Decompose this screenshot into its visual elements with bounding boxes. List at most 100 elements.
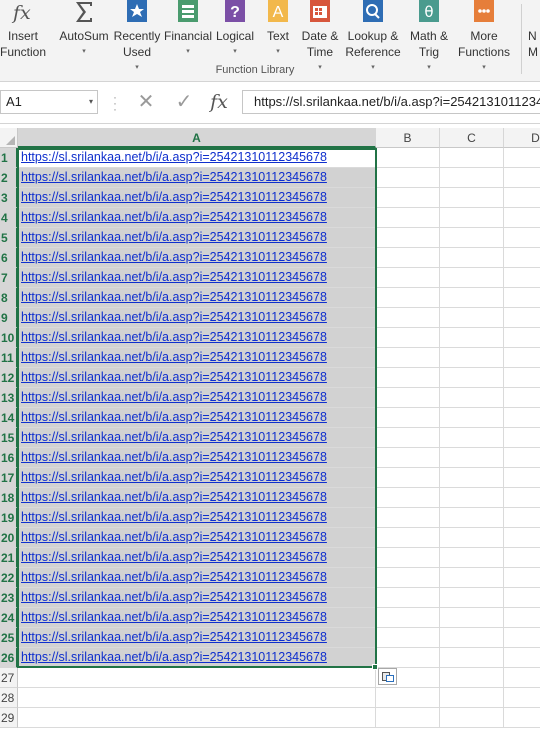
cell-c18[interactable] <box>440 488 504 508</box>
hyperlink[interactable]: https://sl.srilankaa.net/b/i/a.asp?i=254… <box>21 230 327 244</box>
row-header[interactable]: 24 <box>0 608 18 628</box>
cell-c8[interactable] <box>440 288 504 308</box>
cell-d8[interactable] <box>504 288 540 308</box>
hyperlink[interactable]: https://sl.srilankaa.net/b/i/a.asp?i=254… <box>21 150 327 164</box>
cell-b17[interactable] <box>376 468 440 488</box>
cell-d19[interactable] <box>504 508 540 528</box>
column-header-a[interactable]: A <box>18 128 376 148</box>
cell-a29[interactable] <box>18 708 376 728</box>
formula-bar-resize-handle[interactable]: · · · <box>113 91 117 115</box>
cell-a3[interactable]: https://sl.srilankaa.net/b/i/a.asp?i=254… <box>18 188 376 208</box>
hyperlink[interactable]: https://sl.srilankaa.net/b/i/a.asp?i=254… <box>21 630 327 644</box>
row-header[interactable]: 23 <box>0 588 18 608</box>
row-header[interactable]: 21 <box>0 548 18 568</box>
cell-b6[interactable] <box>376 248 440 268</box>
hyperlink[interactable]: https://sl.srilankaa.net/b/i/a.asp?i=254… <box>21 650 327 664</box>
row-header[interactable]: 3 <box>0 188 18 208</box>
cell-c3[interactable] <box>440 188 504 208</box>
cell-c4[interactable] <box>440 208 504 228</box>
insert-function-button[interactable]: fx Insert Function <box>0 0 50 64</box>
cell-a16[interactable]: https://sl.srilankaa.net/b/i/a.asp?i=254… <box>18 448 376 468</box>
cell-a1[interactable]: https://sl.srilankaa.net/b/i/a.asp?i=254… <box>18 148 376 168</box>
hyperlink[interactable]: https://sl.srilankaa.net/b/i/a.asp?i=254… <box>21 410 327 424</box>
row-header[interactable]: 19 <box>0 508 18 528</box>
cell-a25[interactable]: https://sl.srilankaa.net/b/i/a.asp?i=254… <box>18 628 376 648</box>
cell-a26[interactable]: https://sl.srilankaa.net/b/i/a.asp?i=254… <box>18 648 376 668</box>
column-header-c[interactable]: C <box>440 128 504 148</box>
cell-b22[interactable] <box>376 568 440 588</box>
cell-c23[interactable] <box>440 588 504 608</box>
cell-d27[interactable] <box>504 668 540 688</box>
row-header[interactable]: 17 <box>0 468 18 488</box>
cell-d21[interactable] <box>504 548 540 568</box>
cell-a28[interactable] <box>18 688 376 708</box>
cell-c20[interactable] <box>440 528 504 548</box>
cell-a12[interactable]: https://sl.srilankaa.net/b/i/a.asp?i=254… <box>18 368 376 388</box>
hyperlink[interactable]: https://sl.srilankaa.net/b/i/a.asp?i=254… <box>21 550 327 564</box>
cell-c6[interactable] <box>440 248 504 268</box>
hyperlink[interactable]: https://sl.srilankaa.net/b/i/a.asp?i=254… <box>21 570 327 584</box>
cell-d7[interactable] <box>504 268 540 288</box>
cell-d24[interactable] <box>504 608 540 628</box>
cell-b28[interactable] <box>376 688 440 708</box>
cell-b11[interactable] <box>376 348 440 368</box>
hyperlink[interactable]: https://sl.srilankaa.net/b/i/a.asp?i=254… <box>21 430 327 444</box>
row-header[interactable]: 11 <box>0 348 18 368</box>
cell-d6[interactable] <box>504 248 540 268</box>
row-header[interactable]: 26 <box>0 648 18 668</box>
column-header-b[interactable]: B <box>376 128 440 148</box>
hyperlink[interactable]: https://sl.srilankaa.net/b/i/a.asp?i=254… <box>21 310 327 324</box>
row-header[interactable]: 9 <box>0 308 18 328</box>
cell-d10[interactable] <box>504 328 540 348</box>
hyperlink[interactable]: https://sl.srilankaa.net/b/i/a.asp?i=254… <box>21 250 327 264</box>
cell-d3[interactable] <box>504 188 540 208</box>
cell-c26[interactable] <box>440 648 504 668</box>
cell-b7[interactable] <box>376 268 440 288</box>
row-header[interactable]: 16 <box>0 448 18 468</box>
cell-a4[interactable]: https://sl.srilankaa.net/b/i/a.asp?i=254… <box>18 208 376 228</box>
cell-a8[interactable]: https://sl.srilankaa.net/b/i/a.asp?i=254… <box>18 288 376 308</box>
cell-c22[interactable] <box>440 568 504 588</box>
hyperlink[interactable]: https://sl.srilankaa.net/b/i/a.asp?i=254… <box>21 610 327 624</box>
text-button[interactable]: A Text ▾ <box>260 0 296 64</box>
cell-a27[interactable] <box>18 668 376 688</box>
cell-c11[interactable] <box>440 348 504 368</box>
cell-b1[interactable] <box>376 148 440 168</box>
cell-c1[interactable] <box>440 148 504 168</box>
column-header-d[interactable]: D <box>504 128 540 148</box>
cell-a23[interactable]: https://sl.srilankaa.net/b/i/a.asp?i=254… <box>18 588 376 608</box>
row-header[interactable]: 28 <box>0 688 18 708</box>
cell-c13[interactable] <box>440 388 504 408</box>
cell-a11[interactable]: https://sl.srilankaa.net/b/i/a.asp?i=254… <box>18 348 376 368</box>
cell-b23[interactable] <box>376 588 440 608</box>
cell-c25[interactable] <box>440 628 504 648</box>
cell-b15[interactable] <box>376 428 440 448</box>
insert-function-icon[interactable]: fx <box>206 90 232 114</box>
cell-d16[interactable] <box>504 448 540 468</box>
cell-c5[interactable] <box>440 228 504 248</box>
cell-b13[interactable] <box>376 388 440 408</box>
cell-b16[interactable] <box>376 448 440 468</box>
cell-b2[interactable] <box>376 168 440 188</box>
cell-b20[interactable] <box>376 528 440 548</box>
cell-a9[interactable]: https://sl.srilankaa.net/b/i/a.asp?i=254… <box>18 308 376 328</box>
row-header[interactable]: 10 <box>0 328 18 348</box>
row-header[interactable]: 15 <box>0 428 18 448</box>
cell-c16[interactable] <box>440 448 504 468</box>
row-header[interactable]: 25 <box>0 628 18 648</box>
cell-a6[interactable]: https://sl.srilankaa.net/b/i/a.asp?i=254… <box>18 248 376 268</box>
hyperlink[interactable]: https://sl.srilankaa.net/b/i/a.asp?i=254… <box>21 490 327 504</box>
cell-c29[interactable] <box>440 708 504 728</box>
cell-b19[interactable] <box>376 508 440 528</box>
cell-d4[interactable] <box>504 208 540 228</box>
more-functions-button[interactable]: More Functions ▾ <box>453 0 515 71</box>
cell-d15[interactable] <box>504 428 540 448</box>
name-box[interactable]: A1 ▾ <box>0 90 98 114</box>
hyperlink[interactable]: https://sl.srilankaa.net/b/i/a.asp?i=254… <box>21 510 327 524</box>
hyperlink[interactable]: https://sl.srilankaa.net/b/i/a.asp?i=254… <box>21 590 327 604</box>
cell-c21[interactable] <box>440 548 504 568</box>
hyperlink[interactable]: https://sl.srilankaa.net/b/i/a.asp?i=254… <box>21 350 327 364</box>
formula-input[interactable]: https://sl.srilankaa.net/b/i/a.asp?i=254… <box>242 90 540 114</box>
cell-b4[interactable] <box>376 208 440 228</box>
cell-b5[interactable] <box>376 228 440 248</box>
